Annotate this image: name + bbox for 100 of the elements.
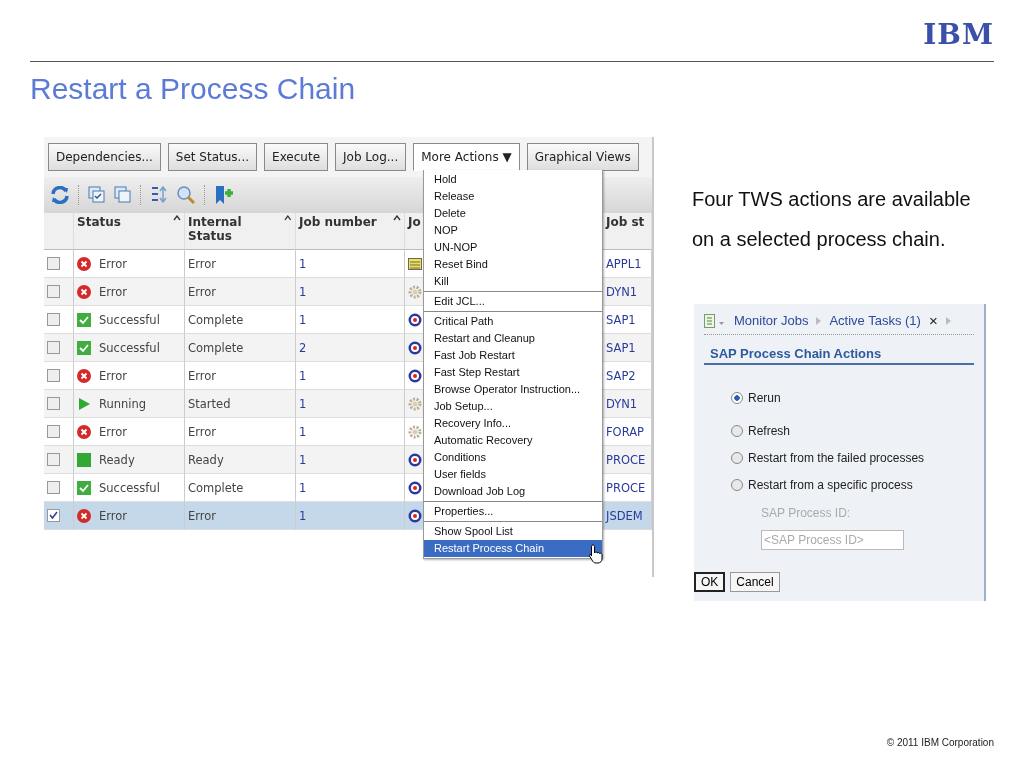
note-text: Four TWS actions are available bbox=[692, 187, 972, 212]
table-cell: 1 bbox=[296, 502, 405, 530]
table-cell: Complete bbox=[185, 334, 296, 362]
checkbox[interactable] bbox=[47, 509, 60, 522]
menu-item[interactable]: Kill bbox=[424, 273, 602, 290]
search-icon[interactable] bbox=[176, 185, 196, 205]
field-label: SAP Process ID: bbox=[761, 506, 852, 520]
table-cell: 1 bbox=[296, 278, 405, 306]
checkbox[interactable] bbox=[47, 453, 60, 466]
target-icon bbox=[408, 368, 422, 383]
status-text: Error bbox=[99, 424, 128, 439]
menu-item[interactable]: Fast Job Restart bbox=[424, 347, 602, 364]
toolbar-button[interactable]: More Actions ▼ bbox=[413, 143, 520, 171]
checkbox[interactable] bbox=[47, 425, 60, 438]
menu-item[interactable]: User fields bbox=[424, 466, 602, 483]
check-icon bbox=[77, 480, 91, 495]
radio-button[interactable] bbox=[731, 479, 743, 491]
radio-button[interactable] bbox=[731, 392, 743, 404]
checkbox[interactable] bbox=[47, 341, 60, 354]
list-icon[interactable] bbox=[704, 313, 726, 328]
menu-item[interactable]: Hold bbox=[424, 171, 602, 188]
breadcrumb-link[interactable]: Monitor Jobs bbox=[734, 313, 809, 328]
menu-item[interactable]: Properties... bbox=[424, 503, 602, 520]
radio-label[interactable]: Rerun bbox=[748, 391, 781, 405]
menu-item[interactable]: Conditions bbox=[424, 449, 602, 466]
column-header[interactable]: Status bbox=[74, 213, 185, 250]
dialog-button[interactable]: OK bbox=[694, 572, 726, 592]
checkbox[interactable] bbox=[47, 285, 60, 298]
table-cell: SAP1 bbox=[603, 334, 652, 362]
chevron-icon bbox=[945, 316, 951, 325]
dialog-button[interactable]: Cancel bbox=[730, 572, 780, 592]
toolbar-button[interactable]: Graphical Views bbox=[526, 143, 639, 171]
table-cell: 1 bbox=[296, 418, 405, 446]
table-cell: 1 bbox=[296, 390, 405, 418]
radio-label[interactable]: Refresh bbox=[748, 424, 791, 438]
menu-item[interactable]: NOP bbox=[424, 222, 602, 239]
refresh-icon[interactable] bbox=[50, 186, 70, 204]
table-cell: DYN1 bbox=[603, 278, 652, 306]
error-icon bbox=[77, 368, 91, 383]
menu-item[interactable]: Automatic Recovery bbox=[424, 432, 602, 449]
table-cell: JSDEM bbox=[603, 502, 652, 530]
breadcrumb-tab[interactable]: Active Tasks (1) bbox=[829, 313, 921, 328]
error-icon bbox=[77, 256, 91, 271]
checkbox[interactable] bbox=[47, 369, 60, 382]
table-cell: Error bbox=[185, 278, 296, 306]
table-cell: Started bbox=[185, 390, 296, 418]
menu-item[interactable]: Critical Path bbox=[424, 313, 602, 330]
copyright-text: © 2011 IBM Corporation bbox=[886, 737, 994, 748]
column-header[interactable]: Job number bbox=[296, 213, 405, 250]
ibm-logo: IBM bbox=[923, 20, 994, 50]
menu-item[interactable]: Download Job Log bbox=[424, 483, 602, 500]
error-icon bbox=[77, 284, 91, 299]
target-icon bbox=[408, 480, 422, 495]
menu-item[interactable]: Release bbox=[424, 188, 602, 205]
toolbar-button[interactable]: Job Log... bbox=[335, 143, 407, 171]
status-text: Error bbox=[99, 508, 128, 523]
checkbox[interactable] bbox=[47, 397, 60, 410]
toolbar-button[interactable]: Set Status... bbox=[167, 143, 258, 171]
note-text: on a selected process chain. bbox=[692, 227, 947, 252]
close-button[interactable]: × bbox=[928, 312, 938, 329]
table-cell: Error bbox=[185, 418, 296, 446]
header-cell bbox=[44, 213, 74, 250]
menu-item[interactable]: Recovery Info... bbox=[424, 415, 602, 432]
gear-icon bbox=[408, 396, 422, 411]
radio-button[interactable] bbox=[731, 425, 743, 437]
radio-button[interactable] bbox=[731, 452, 743, 464]
menu-item[interactable]: Edit JCL... bbox=[424, 293, 602, 310]
checkbox[interactable] bbox=[47, 313, 60, 326]
menu-item[interactable]: Restart and Cleanup bbox=[424, 330, 602, 347]
checkbox[interactable] bbox=[47, 481, 60, 494]
table-cell: Error bbox=[185, 502, 296, 530]
radio-label[interactable]: Restart from the failed processes bbox=[748, 451, 925, 465]
menu-item[interactable]: UN-NOP bbox=[424, 239, 602, 256]
checkbox[interactable] bbox=[47, 257, 60, 270]
check-icon bbox=[77, 312, 91, 327]
menu-item[interactable]: Fast Step Restart bbox=[424, 364, 602, 381]
column-header[interactable]: Internal Status bbox=[185, 213, 296, 250]
table-cell: Ready bbox=[185, 446, 296, 474]
chevron-icon bbox=[816, 316, 822, 325]
slide-title: Restart a Process Chain bbox=[30, 71, 357, 107]
menu-item[interactable]: Reset Bind bbox=[424, 256, 602, 273]
table-cell: 1 bbox=[296, 306, 405, 334]
error-icon bbox=[77, 508, 91, 523]
menu-item[interactable]: Show Spool List bbox=[424, 523, 602, 540]
error-icon bbox=[77, 424, 91, 439]
table-cell: SAP2 bbox=[603, 362, 652, 390]
column-header[interactable]: Job st bbox=[603, 213, 652, 250]
sort-icon[interactable] bbox=[150, 185, 168, 205]
target-icon bbox=[408, 340, 422, 355]
menu-item[interactable]: Job Setup... bbox=[424, 398, 602, 415]
radio-label[interactable]: Restart from a specific process bbox=[748, 478, 913, 492]
menu-item[interactable]: Browse Operator Instruction... bbox=[424, 381, 602, 398]
table-cell: PROCE bbox=[603, 446, 652, 474]
copy-icon[interactable] bbox=[114, 186, 132, 204]
toolbar-button[interactable]: Execute bbox=[264, 143, 329, 171]
menu-item[interactable]: Delete bbox=[424, 205, 602, 222]
add-bookmark-icon[interactable] bbox=[214, 185, 234, 205]
select-all-icon[interactable] bbox=[88, 186, 106, 204]
toolbar-button[interactable]: Dependencies... bbox=[48, 143, 161, 171]
status-text: Running bbox=[99, 396, 147, 411]
